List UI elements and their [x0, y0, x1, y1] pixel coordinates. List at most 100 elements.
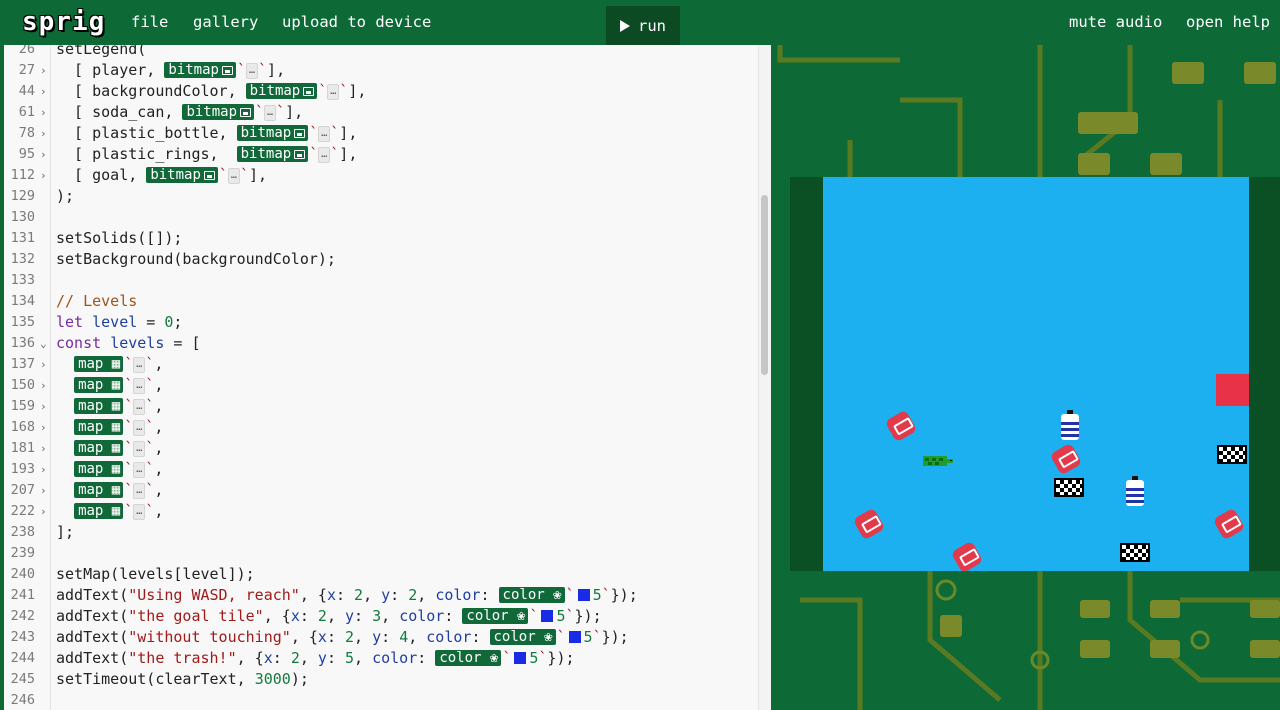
- code-line[interactable]: 95 › [ plastic_rings, bitmap `… `],: [4, 144, 758, 165]
- code-line[interactable]: 159 › map ▦ `… `,: [4, 396, 758, 417]
- play-icon: [620, 19, 630, 32]
- fold-ellipsis[interactable]: …: [227, 168, 240, 184]
- code-line[interactable]: 137 › map ▦ `… `,: [4, 354, 758, 375]
- fold-closed-icon[interactable]: ›: [40, 144, 47, 165]
- fold-ellipsis[interactable]: …: [318, 126, 331, 142]
- fold-ellipsis[interactable]: …: [133, 378, 146, 394]
- code-line[interactable]: 241 addText("Using WASD, reach", {x: 2, y…: [4, 585, 758, 606]
- gallery-link[interactable]: gallery: [193, 13, 258, 31]
- code-line[interactable]: 133: [4, 270, 758, 291]
- fold-ellipsis[interactable]: …: [133, 420, 146, 436]
- line-number: 112: [10, 167, 35, 183]
- map-icon: ▦: [111, 461, 121, 477]
- code-line[interactable]: 78 › [ plastic_bottle, bitmap `… `],: [4, 123, 758, 144]
- code-line[interactable]: 246: [4, 690, 758, 710]
- map-pill[interactable]: map ▦: [74, 440, 124, 456]
- fold-closed-icon[interactable]: ›: [40, 102, 47, 123]
- color-pill[interactable]: color ❀: [435, 650, 502, 666]
- code-line[interactable]: 129);: [4, 186, 758, 207]
- bitmap-pill[interactable]: bitmap: [245, 83, 318, 99]
- sprig-logo[interactable]: sprig: [22, 7, 105, 37]
- color-pill[interactable]: color ❀: [498, 587, 565, 603]
- bitmap-pill[interactable]: bitmap: [182, 104, 255, 120]
- bitmap-pill[interactable]: bitmap: [236, 146, 309, 162]
- fold-closed-icon[interactable]: ›: [40, 354, 47, 375]
- fold-ellipsis[interactable]: …: [264, 105, 277, 121]
- line-number: 241: [10, 587, 35, 603]
- bitmap-pill[interactable]: bitmap: [164, 62, 236, 78]
- fold-ellipsis[interactable]: …: [133, 504, 146, 520]
- run-button[interactable]: run: [606, 6, 680, 45]
- fold-ellipsis[interactable]: …: [318, 147, 331, 163]
- color-pill[interactable]: color ❀: [462, 608, 529, 624]
- fold-closed-icon[interactable]: ›: [40, 480, 47, 501]
- editor-scrollbar[interactable]: [758, 45, 771, 710]
- code-line[interactable]: 168 › map ▦ `… `,: [4, 417, 758, 438]
- map-icon: ▦: [111, 440, 121, 456]
- editor-scrollbar-thumb[interactable]: [761, 195, 768, 375]
- map-pill[interactable]: map ▦: [74, 356, 124, 372]
- code-line[interactable]: 134 // Levels: [4, 291, 758, 312]
- map-pill[interactable]: map ▦: [74, 503, 124, 519]
- fold-ellipsis[interactable]: …: [245, 63, 259, 79]
- file-menu[interactable]: file: [131, 13, 168, 31]
- code-line[interactable]: 27 › [ player, bitmap `… `],: [4, 60, 758, 81]
- upload-to-device-button[interactable]: upload to device: [282, 13, 431, 31]
- code-line[interactable]: 150 › map ▦ `… `,: [4, 375, 758, 396]
- code-line[interactable]: 135 let level = 0;: [4, 312, 758, 333]
- fold-closed-icon[interactable]: ›: [40, 501, 47, 522]
- fold-closed-icon[interactable]: ›: [40, 459, 47, 480]
- soda-can-sprite: [852, 507, 886, 541]
- fold-closed-icon[interactable]: ›: [40, 438, 47, 459]
- bitmap-pill[interactable]: bitmap: [236, 125, 309, 141]
- map-pill[interactable]: map ▦: [74, 419, 124, 435]
- game-screen[interactable]: [823, 177, 1249, 574]
- map-pill[interactable]: map ▦: [74, 377, 124, 393]
- fold-closed-icon[interactable]: ›: [40, 396, 47, 417]
- line-number: 129: [10, 188, 35, 204]
- line-number: 244: [10, 650, 35, 666]
- code-line[interactable]: 44 › [ backgroundColor, bitmap `… `],: [4, 81, 758, 102]
- fold-ellipsis[interactable]: …: [133, 441, 146, 457]
- code-line[interactable]: 207 › map ▦ `… `,: [4, 480, 758, 501]
- fold-closed-icon[interactable]: ›: [40, 375, 47, 396]
- code-text: // Levels: [56, 292, 138, 310]
- code-line[interactable]: 244 addText("the trash!", {x: 2, y: 5, co…: [4, 648, 758, 669]
- fold-closed-icon[interactable]: ›: [40, 417, 47, 438]
- code-line[interactable]: 238];: [4, 522, 758, 543]
- fold-ellipsis[interactable]: …: [133, 462, 146, 478]
- code-line[interactable]: 242 addText("the goal tile", {x: 2, y: 3,…: [4, 606, 758, 627]
- fold-ellipsis[interactable]: …: [327, 84, 340, 100]
- code-line[interactable]: 222 › map ▦ `… `,: [4, 501, 758, 522]
- code-line[interactable]: 131 setSolids([]);: [4, 228, 758, 249]
- game-preview[interactable]: [790, 177, 1280, 574]
- fold-closed-icon[interactable]: ›: [40, 60, 47, 81]
- code-line[interactable]: 112 › [ goal, bitmap `… `],: [4, 165, 758, 186]
- code-editor[interactable]: 26 setLegend(27 › [ player, bitmap `… `], 44 ›…: [4, 45, 771, 710]
- code-line[interactable]: 181 › map ▦ `… `,: [4, 438, 758, 459]
- fold-closed-icon[interactable]: ›: [40, 81, 47, 102]
- color-pill[interactable]: color ❀: [489, 629, 556, 645]
- map-pill[interactable]: map ▦: [74, 398, 124, 414]
- code-line[interactable]: 130: [4, 207, 758, 228]
- code-line[interactable]: 243 addText("without touching", {x: 2, y:…: [4, 627, 758, 648]
- code-line[interactable]: 245 setTimeout(clearText, 3000);: [4, 669, 758, 690]
- mute-audio-button[interactable]: mute audio: [1069, 13, 1162, 31]
- code-line[interactable]: 239: [4, 543, 758, 564]
- map-pill[interactable]: map ▦: [74, 482, 124, 498]
- code-line[interactable]: 193 › map ▦ `… `,: [4, 459, 758, 480]
- code-line[interactable]: 136 ⌄ const levels = [: [4, 333, 758, 354]
- fold-open-icon[interactable]: ⌄: [40, 333, 47, 354]
- map-pill[interactable]: map ▦: [74, 461, 124, 477]
- bitmap-pill[interactable]: bitmap: [146, 167, 218, 183]
- fold-closed-icon[interactable]: ›: [40, 123, 47, 144]
- code-line[interactable]: 240 setMap(levels[level]);: [4, 564, 758, 585]
- fold-ellipsis[interactable]: …: [133, 399, 146, 415]
- code-line[interactable]: 26 setLegend(: [4, 45, 758, 60]
- open-help-button[interactable]: open help: [1186, 13, 1270, 31]
- code-line[interactable]: 132 setBackground(backgroundColor);: [4, 249, 758, 270]
- fold-ellipsis[interactable]: …: [133, 357, 146, 373]
- fold-closed-icon[interactable]: ›: [40, 165, 47, 186]
- code-line[interactable]: 61 › [ soda_can, bitmap `… `],: [4, 102, 758, 123]
- fold-ellipsis[interactable]: …: [133, 483, 146, 499]
